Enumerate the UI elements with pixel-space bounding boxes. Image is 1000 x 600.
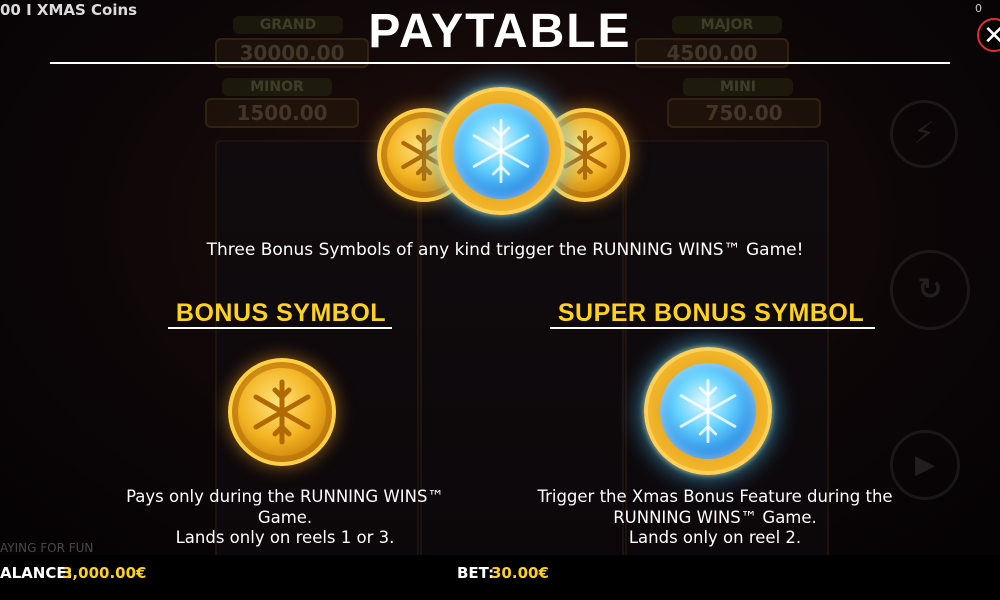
super-bonus-desc-line-3: Lands only on reel 2. (628, 528, 802, 547)
bonus-desc-line-3: Lands only on reels 1 or 3. (175, 528, 395, 547)
snowflake-gold-coin-icon (228, 358, 336, 466)
paytable-overlay (0, 0, 1000, 555)
super-bonus-desc-line-1: Trigger the Xmas Bonus Feature during th… (537, 487, 893, 506)
super-bonus-symbol-underline (550, 327, 875, 329)
bonus-desc-line-2: Game. (257, 507, 313, 527)
bonus-symbol-description: Pays only during the RUNNING WINS™ Game.… (95, 487, 475, 549)
bet-label: BET: (457, 564, 495, 582)
paytable-title: PAYTABLE (368, 5, 632, 58)
snowflake-ice-coin-icon (644, 347, 772, 475)
bet-value: 30.00€ (491, 564, 549, 582)
super-bonus-symbol-title: SUPER BONUS SYMBOL (557, 299, 865, 327)
bonus-symbol-title: BONUS SYMBOL (175, 299, 387, 327)
super-bonus-desc-line-2: RUNNING WINS™ Game. (613, 507, 817, 527)
fun-mode-label: AYING FOR FUN (0, 541, 94, 555)
bonus-desc-line-1: Pays only during the RUNNING WINS™ (126, 487, 444, 506)
trigger-description: Three Bonus Symbols of any kind trigger … (206, 240, 804, 260)
bonus-symbol-underline (168, 327, 392, 329)
snowflake-ice-coin-icon (437, 87, 565, 215)
super-bonus-symbol-description: Trigger the Xmas Bonus Feature during th… (510, 487, 920, 549)
balance-value: 3,000.00€ (62, 564, 147, 582)
title-divider (50, 62, 950, 64)
